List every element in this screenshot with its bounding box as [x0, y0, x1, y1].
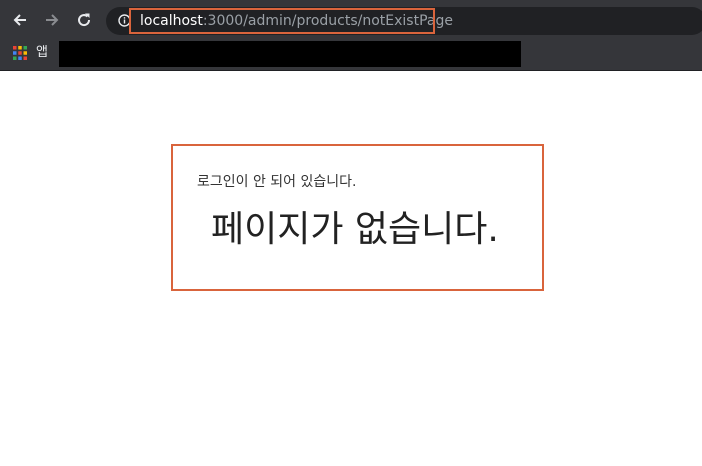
arrow-left-icon [13, 14, 26, 26]
apps-bookmark-label[interactable]: 앱 [36, 44, 48, 61]
page-not-found-heading: 페이지가 없습니다. [211, 209, 499, 250]
back-button[interactable] [8, 8, 32, 32]
apps-grid-icon[interactable] [13, 46, 27, 60]
login-status-message: 로그인이 안 되어 있습니다. [197, 174, 357, 190]
reload-icon [78, 13, 91, 27]
reload-button[interactable] [72, 8, 96, 32]
arrow-right-icon [46, 14, 59, 26]
url-highlight-box [129, 8, 435, 34]
redacted-bookmarks [59, 41, 521, 67]
forward-button[interactable] [40, 8, 64, 32]
